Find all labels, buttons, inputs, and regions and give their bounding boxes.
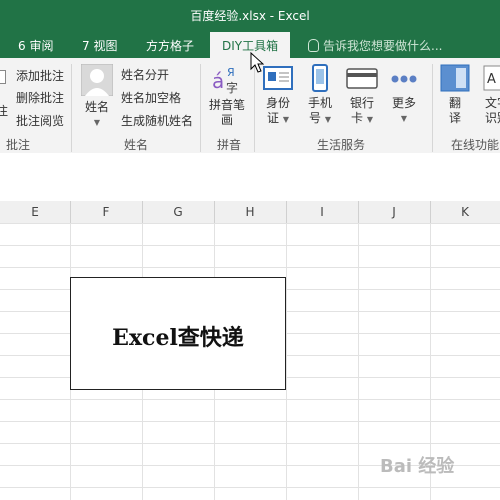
column-header-i[interactable]: I xyxy=(286,201,359,223)
partial-label-1: 注 xyxy=(0,104,9,118)
tell-me-placeholder: 告诉我您想要做什么... xyxy=(323,39,443,53)
lightbulb-icon xyxy=(308,39,319,52)
online-group-label: 在线功能 xyxy=(451,138,500,152)
grid-line xyxy=(286,223,287,500)
pinyin-button-line2: 画 xyxy=(220,113,233,127)
column-header-h[interactable]: H xyxy=(214,201,287,223)
text-recognition-line1: 文字 xyxy=(484,96,500,110)
tab-fangfang[interactable]: 方方格子 xyxy=(146,37,194,54)
svg-text:Я: Я xyxy=(227,66,235,79)
group-separator xyxy=(71,64,72,152)
person-icon xyxy=(80,63,114,97)
translate-line1: 翻 xyxy=(448,96,461,110)
group-separator xyxy=(432,64,433,152)
name-group-label: 姓名 xyxy=(124,138,149,152)
svg-text:字: 字 xyxy=(226,80,238,94)
formula-bar[interactable] xyxy=(0,153,500,202)
delete-comment-button[interactable]: 删除批注 xyxy=(16,89,64,106)
grid-line xyxy=(358,223,359,500)
id-card-icon xyxy=(263,66,293,90)
phone-icon xyxy=(312,64,328,92)
chevron-down-icon: ▼ xyxy=(324,115,331,124)
baidu-watermark: Bai 经验 xyxy=(380,456,455,477)
phone-line2: 号 xyxy=(309,111,322,125)
phone-line1: 手机 xyxy=(307,96,332,110)
partial-comment-button[interactable] xyxy=(0,70,6,87)
pinyin-stroke-button[interactable]: á Я 字 拼音笔 画 xyxy=(206,64,248,128)
name-add-space-button[interactable]: 姓名加空格 xyxy=(121,89,181,106)
id-card-button[interactable]: 身份 证 ▼ xyxy=(260,64,296,127)
translate-line2: 译 xyxy=(448,111,461,125)
group-separator xyxy=(200,64,201,152)
life-services-group-label: 生活服务 xyxy=(317,138,366,152)
column-header-f[interactable]: F xyxy=(70,201,143,223)
column-header-k[interactable]: K xyxy=(430,201,500,223)
pinyin-icon: á Я 字 xyxy=(212,66,238,95)
split-name-button[interactable]: 姓名分开 xyxy=(121,66,169,83)
id-card-line1: 身份 xyxy=(265,96,290,110)
tab-review[interactable]: 6 审阅 xyxy=(18,37,53,54)
translate-icon xyxy=(440,64,470,92)
bank-card-button[interactable]: 银行 卡 ▼ xyxy=(344,64,380,127)
column-header-g[interactable]: G xyxy=(142,201,215,223)
add-comment-button[interactable]: 添加批注 xyxy=(16,67,64,84)
mouse-cursor-icon xyxy=(250,52,264,73)
name-big-button-label: 姓名 xyxy=(84,100,109,114)
chevron-down-icon: ▼ xyxy=(400,114,408,123)
phone-button[interactable]: 手机 号 ▼ xyxy=(302,64,338,127)
chevron-down-icon: ▼ xyxy=(366,115,373,124)
translate-button[interactable]: 翻 译 xyxy=(438,64,472,126)
name-big-button[interactable]: 姓名 ▼ xyxy=(80,63,114,130)
comment-group-label: 批注 xyxy=(6,138,31,152)
chevron-down-icon: ▼ xyxy=(93,118,101,127)
column-header-j[interactable]: J xyxy=(358,201,431,223)
pinyin-group-label: 拼音 xyxy=(217,138,242,152)
bank-card-line1: 银行 xyxy=(349,96,374,110)
column-headers: E F G H I J K xyxy=(0,201,500,224)
random-name-button[interactable]: 生成随机姓名 xyxy=(121,112,193,129)
text-box-shape[interactable]: Excel查快递 xyxy=(70,277,286,390)
text-recognition-line2: 识别 xyxy=(484,111,500,125)
column-header-e[interactable]: E xyxy=(0,201,71,223)
chevron-down-icon: ▼ xyxy=(282,115,289,124)
tab-view[interactable]: 7 视图 xyxy=(82,37,117,54)
title-bar: 百度经验.xlsx - Excel xyxy=(0,0,500,30)
bank-card-line2: 卡 xyxy=(351,111,364,125)
more-label: 更多 xyxy=(391,96,416,110)
view-comments-button[interactable]: 批注阅览 xyxy=(16,112,64,129)
text-recognition-button[interactable]: A 文字 识别 xyxy=(480,64,500,126)
pinyin-button-line1: 拼音笔 xyxy=(208,98,245,112)
text-recognition-icon: A xyxy=(483,65,500,91)
group-separator xyxy=(254,64,255,152)
window-title: 百度经验.xlsx - Excel xyxy=(190,9,310,23)
bank-card-icon xyxy=(346,68,378,89)
text-box-content: Excel查快递 xyxy=(112,325,244,351)
more-button[interactable]: 更多 ▼ xyxy=(386,64,422,126)
id-card-line2: 证 xyxy=(267,111,280,125)
svg-text:á: á xyxy=(212,69,224,93)
svg-text:A: A xyxy=(487,72,496,87)
tell-me-box[interactable]: 告诉我您想要做什么... xyxy=(308,37,442,54)
more-dots-icon xyxy=(391,75,417,83)
